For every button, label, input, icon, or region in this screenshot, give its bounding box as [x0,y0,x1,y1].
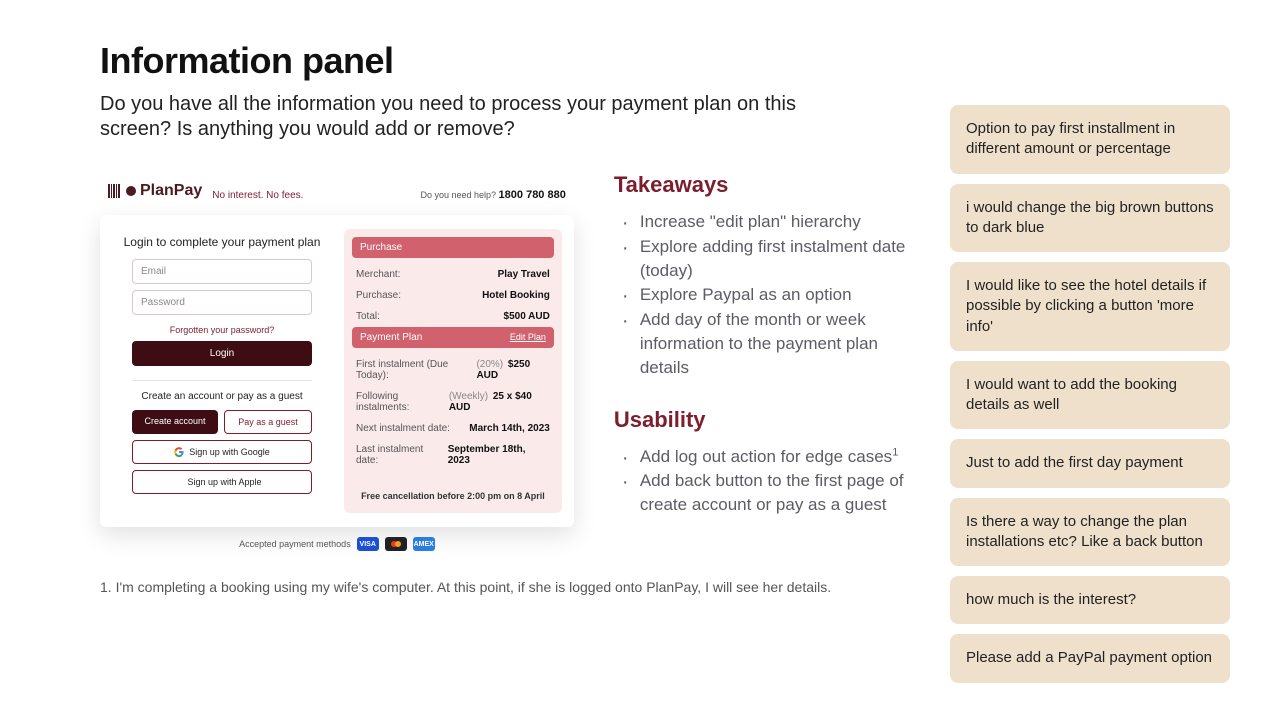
merchant-value: Play Travel [498,269,550,280]
usability-list: Add log out action for edge cases1 Add b… [614,445,910,517]
next-date-value: March 14th, 2023 [469,423,550,434]
visa-icon: VISA [357,537,379,551]
feedback-card: Is there a way to change the plan instal… [950,498,1230,567]
purchase-label: Purchase: [356,290,401,301]
list-item: Explore Paypal as an option [614,283,910,307]
feedback-card: Just to add the first day payment [950,439,1230,487]
mastercard-icon [385,537,407,551]
google-signup-button[interactable]: Sign up with Google [132,440,312,464]
purchase-header: Purchase [352,237,554,258]
amex-icon: AMEX [413,537,435,551]
feedback-card: i would change the big brown buttons to … [950,184,1230,253]
help-text: Do you need help? 1800 780 880 [420,189,565,201]
list-item: Add back button to the first page of cre… [614,469,910,517]
login-heading: Login to complete your payment plan [124,235,321,249]
purchase-value: Hotel Booking [482,290,550,301]
last-date-label: Last instalment date: [356,444,448,466]
list-item: Increase "edit plan" hierarchy [614,210,910,234]
merchant-label: Merchant: [356,269,400,280]
logo-icon [108,184,120,198]
login-button[interactable]: Login [132,341,312,366]
last-date-value: September 18th, 2023 [448,444,550,466]
total-label: Total: [356,311,380,322]
divider [132,380,312,381]
total-value: $500 AUD [504,311,550,322]
feedback-card: Please add a PayPal payment option [950,634,1230,682]
apple-signup-button[interactable]: Sign up with Apple [132,470,312,494]
create-heading: Create an account or pay as a guest [141,391,302,402]
first-instalment-label: First instalment (Due Today): [356,359,476,381]
list-item: Add log out action for edge cases1 [614,445,910,469]
forgot-password-link[interactable]: Forgotten your password? [170,325,275,335]
feedback-card: how much is the interest? [950,576,1230,624]
mockup-screenshot: PlanPay No interest. No fees. Do you nee… [100,172,574,551]
next-date-label: Next instalment date: [356,423,450,434]
create-account-button[interactable]: Create account [132,410,218,434]
feedback-card: Option to pay first installment in diffe… [950,105,1230,174]
feedback-column: Option to pay first installment in diffe… [950,40,1230,683]
pay-as-guest-button[interactable]: Pay as a guest [224,410,312,434]
brand-tagline: No interest. No fees. [212,190,303,201]
cancellation-note: Free cancellation before 2:00 pm on 8 Ap… [352,491,554,501]
usability-heading: Usability [614,407,910,433]
google-icon [174,447,184,457]
page-subtitle: Do you have all the information you need… [100,92,800,142]
edit-plan-link[interactable]: Edit Plan [510,332,546,343]
brand-name: PlanPay [140,182,202,200]
list-item: Explore adding first instalment date (to… [614,235,910,283]
takeaways-list: Increase "edit plan" hierarchy Explore a… [614,210,910,380]
password-field[interactable]: Password [132,290,312,315]
logo-dot-icon [126,186,136,196]
email-field[interactable]: Email [132,259,312,284]
footnote: 1. I'm completing a booking using my wif… [100,579,910,595]
feedback-card: I would want to add the booking details … [950,361,1230,430]
list-item: Add day of the month or week information… [614,308,910,379]
takeaways-heading: Takeaways [614,172,910,198]
payment-methods-label: Accepted payment methods [239,539,351,549]
feedback-card: I would like to see the hotel details if… [950,262,1230,351]
plan-header: Payment Plan [360,332,422,343]
following-label: Following instalments: [356,391,449,413]
page-title: Information panel [100,40,910,82]
